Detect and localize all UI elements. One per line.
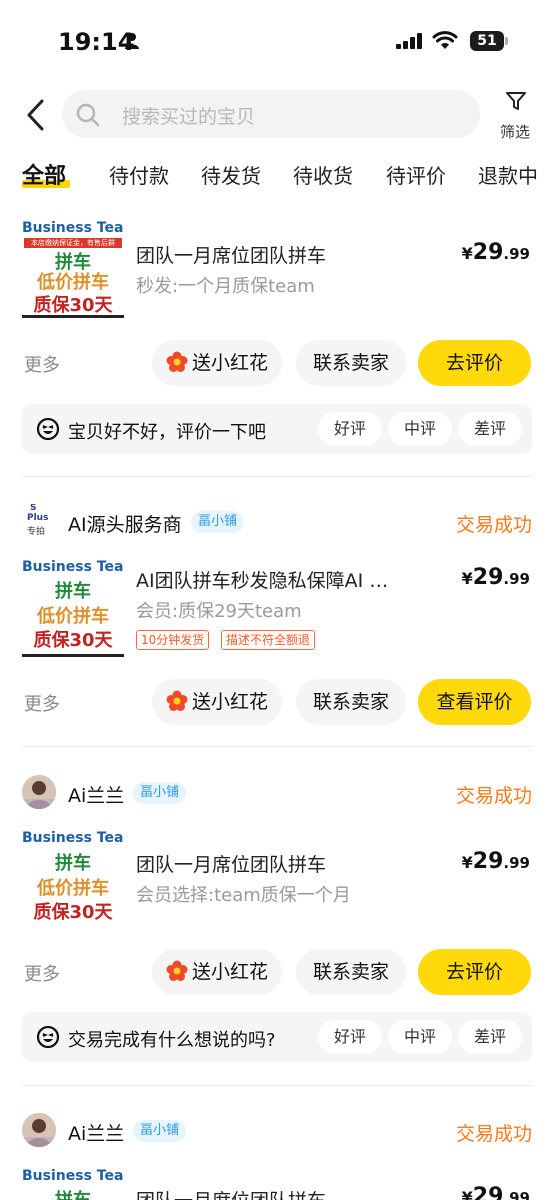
thumb-underline: [22, 315, 124, 318]
order-status: 交易成功: [455, 1123, 532, 1145]
review-button[interactable]: 去评价: [418, 949, 531, 995]
flower-icon: [166, 351, 188, 372]
tab-pending-receipt[interactable]: 待收货: [293, 160, 353, 189]
shop-badge: 畐小铺: [191, 511, 245, 533]
tab-pending-shipment[interactable]: 待发货: [201, 160, 261, 189]
contact-seller-button[interactable]: 联系卖家: [296, 679, 406, 725]
more-button[interactable]: 更多: [24, 351, 60, 377]
search-icon: [76, 103, 100, 127]
product-thumbnail[interactable]: Business Team 拼车 低价拼车 质保30天: [22, 826, 124, 928]
thumb-line-2: 拼车: [22, 1186, 124, 1200]
search-placeholder: 搜索买过的宝贝: [122, 106, 256, 128]
item-title[interactable]: 团队一月席位团队拼车: [136, 241, 406, 268]
product-thumbnail[interactable]: Business Team 拼车 低价拼车 质保30天: [22, 555, 124, 657]
contact-seller-button[interactable]: 联系卖家: [296, 949, 406, 995]
view-review-button[interactable]: 查看评价: [418, 679, 531, 725]
order-status: 交易成功: [455, 785, 532, 807]
thumb-brand: Business Team: [22, 220, 124, 236]
rate-good-chip[interactable]: 好评: [318, 1020, 382, 1054]
back-arrow-icon[interactable]: [24, 98, 46, 132]
tab-all[interactable]: 全部: [22, 158, 66, 190]
order-divider: [22, 746, 532, 747]
thumb-line-4: 质保30天: [33, 630, 113, 651]
feedback-prompt: 交易完成有什么想说的吗?: [68, 1030, 276, 1051]
thumb-line-3: 低价拼车: [37, 878, 109, 899]
more-button[interactable]: 更多: [24, 690, 60, 716]
item-title[interactable]: 团队一月席位团队拼车: [136, 1186, 406, 1200]
send-flower-button[interactable]: 送小红花: [152, 679, 282, 725]
status-time: 19:14: [58, 28, 135, 56]
item-tag: 描述不符全额退: [221, 630, 316, 650]
item-price: ¥29.99: [461, 849, 530, 874]
order-status: 交易成功: [455, 514, 532, 536]
smile-face-icon: [36, 417, 60, 441]
battery-nub: [505, 37, 508, 45]
item-tag: 10分钟发货: [136, 630, 210, 650]
review-button[interactable]: 去评价: [418, 340, 531, 386]
thumb-line-4: 质保30天: [33, 295, 113, 316]
tab-refunding[interactable]: 退款中: [478, 160, 538, 189]
thumb-brand: Business Team: [22, 559, 124, 575]
item-price: ¥29.99: [461, 1184, 530, 1200]
item-spec: 秒发:一个月质保team: [136, 276, 315, 297]
thumb-line-2: 拼车: [55, 581, 91, 602]
shop-avatar[interactable]: S Plus 专拍: [22, 504, 56, 538]
thumb-brand: Business Team: [22, 1168, 124, 1184]
avatar-image: [22, 1113, 56, 1147]
tab-pending-review[interactable]: 待评价: [386, 160, 446, 189]
person-icon: [125, 33, 139, 49]
item-price: ¥29.99: [461, 565, 530, 590]
rate-bad-chip[interactable]: 差评: [458, 1020, 522, 1054]
rate-mid-chip[interactable]: 中评: [388, 412, 452, 446]
item-spec: 会员:质保29天team: [136, 601, 302, 622]
item-title[interactable]: 团队一月席位团队拼车: [136, 850, 406, 877]
battery-indicator: 51: [470, 31, 504, 51]
shop-badge: 畐小铺: [133, 1120, 187, 1142]
rate-mid-chip[interactable]: 中评: [388, 1020, 452, 1054]
thumb-brand: Business Team: [22, 830, 124, 846]
thumb-line-2: 拼车: [55, 853, 91, 874]
product-thumbnail[interactable]: Business Team 本店缴纳保证金，有售后群 拼车 低价拼车 质保30天: [22, 216, 124, 318]
filter-icon[interactable]: [505, 90, 527, 112]
item-price: ¥29.99: [461, 240, 530, 265]
shop-name[interactable]: AI源头服务商: [68, 510, 182, 537]
signal-icon: [396, 33, 422, 49]
product-thumbnail[interactable]: Business Team 拼车: [22, 1164, 124, 1200]
filter-button[interactable]: 筛选: [500, 121, 530, 142]
shop-badge: 畐小铺: [133, 782, 187, 804]
feedback-prompt: 宝贝好不好，评价一下吧: [68, 422, 266, 443]
thumb-banner: 本店缴纳保证金，有售后群: [24, 238, 122, 248]
item-title[interactable]: AI团队拼车秒发隐私保障AI 团队一月席位: [136, 566, 398, 593]
flower-icon: [166, 960, 188, 981]
order-divider: [22, 1085, 532, 1086]
shop-name[interactable]: Ai兰兰: [68, 781, 124, 808]
shop-avatar[interactable]: [22, 1113, 56, 1147]
shop-name[interactable]: Ai兰兰: [68, 1119, 124, 1146]
order-divider: [22, 476, 532, 477]
send-flower-button[interactable]: 送小红花: [152, 340, 282, 386]
status-bar: 19:14 51: [0, 0, 554, 80]
send-flower-button[interactable]: 送小红花: [152, 949, 282, 995]
wifi-icon: [432, 31, 458, 49]
more-button[interactable]: 更多: [24, 960, 60, 986]
avatar-image: [22, 775, 56, 809]
smile-face-icon: [36, 1025, 60, 1049]
item-spec: 会员选择:team质保一个月: [136, 885, 351, 906]
flower-icon: [166, 690, 188, 711]
rate-bad-chip[interactable]: 差评: [458, 412, 522, 446]
thumb-underline: [22, 654, 124, 657]
thumb-line-4: 质保30天: [33, 902, 113, 923]
rate-good-chip[interactable]: 好评: [318, 412, 382, 446]
shop-avatar[interactable]: [22, 775, 56, 809]
tab-pending-payment[interactable]: 待付款: [109, 160, 169, 189]
thumb-line-3: 低价拼车: [37, 606, 109, 627]
contact-seller-button[interactable]: 联系卖家: [296, 340, 406, 386]
